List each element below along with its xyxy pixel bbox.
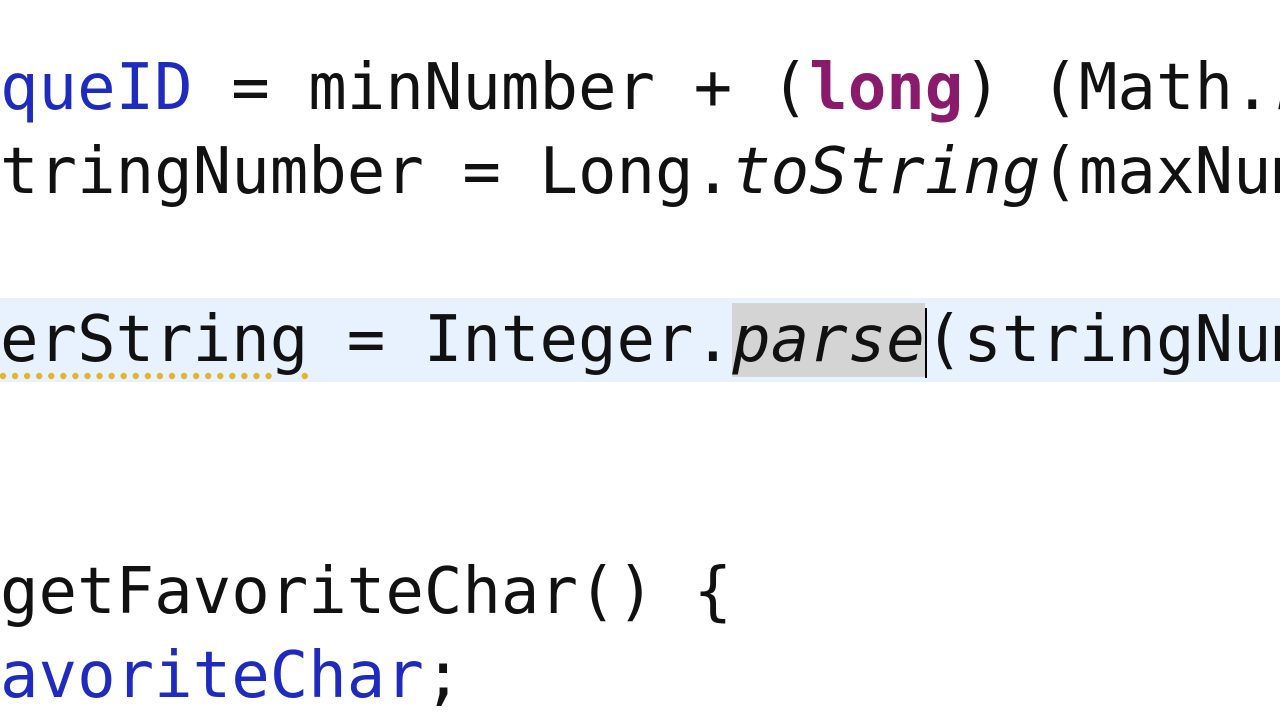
- code-text: tringNumber = Long.: [0, 135, 733, 209]
- static-method-token: toString: [732, 135, 1041, 209]
- code-text: ;: [423, 639, 463, 713]
- field-token: avoriteChar: [0, 639, 424, 713]
- code-text: (maxNumb: [1040, 135, 1280, 209]
- variable-token-warning: erString: [0, 303, 309, 377]
- code-line-5[interactable]: avoriteChar;: [0, 634, 462, 718]
- code-text: = minNumber + (: [192, 51, 810, 125]
- code-line-4[interactable]: getFavoriteChar() {: [0, 550, 732, 634]
- keyword-token: long: [809, 51, 964, 125]
- field-token: queID: [0, 51, 193, 125]
- code-editor[interactable]: queID = minNumber + (long) (Math.ra trin…: [0, 0, 1280, 720]
- code-line-1[interactable]: queID = minNumber + (long) (Math.ra: [0, 46, 1280, 130]
- code-text: getFavoriteChar() {: [0, 555, 733, 629]
- code-text: (stringNumb: [924, 303, 1280, 377]
- selected-method-token: parse: [732, 303, 925, 377]
- code-line-2[interactable]: tringNumber = Long.toString(maxNumb: [0, 130, 1280, 214]
- code-line-3-current[interactable]: erString = Integer.parse(stringNumb: [0, 298, 1280, 382]
- static-method-token: ra: [1272, 51, 1280, 125]
- code-text: = Integer.: [308, 303, 733, 377]
- code-text: ) (Math.: [963, 51, 1272, 125]
